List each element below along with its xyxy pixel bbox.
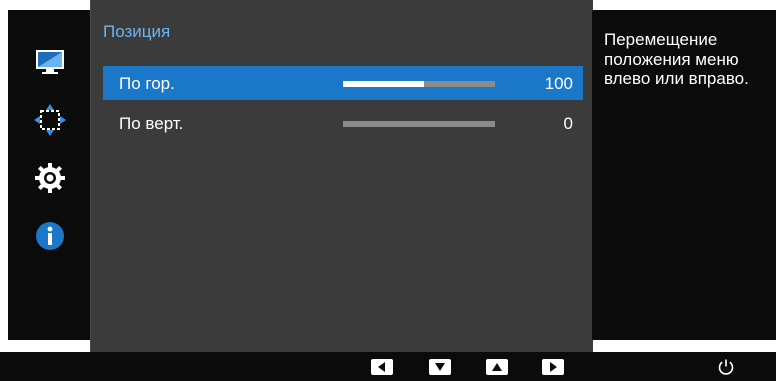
down-arrow-key[interactable] (429, 359, 451, 375)
info-icon[interactable] (32, 218, 68, 254)
position-arrows-icon[interactable] (32, 102, 68, 138)
gear-icon[interactable] (32, 160, 68, 196)
right-arrow-key[interactable] (542, 359, 564, 375)
button-bar (0, 352, 776, 381)
menu-item-horizontal[interactable]: По гор. 100 (103, 66, 583, 100)
monitor-icon[interactable] (32, 44, 68, 80)
menu-item-value: 0 (563, 114, 573, 133)
power-icon[interactable] (716, 357, 736, 377)
menu-item-label: По гор. (119, 74, 175, 93)
settings-panel: Позиция По гор. 100 По верт. 0 (90, 0, 593, 352)
page-title: Позиция (103, 22, 171, 41)
slider-fill (343, 81, 424, 87)
sidebar (8, 10, 90, 340)
horizontal-slider[interactable] (343, 81, 495, 87)
left-arrow-key[interactable] (371, 359, 393, 375)
help-panel: Перемещение положения меню влево или впр… (592, 10, 776, 340)
menu-item-label: По верт. (119, 114, 184, 133)
menu-item-value: 100 (544, 74, 573, 93)
up-arrow-key[interactable] (486, 359, 508, 375)
menu-item-vertical[interactable]: По верт. 0 (103, 106, 583, 140)
help-text: Перемещение положения меню влево или впр… (604, 30, 749, 88)
vertical-slider[interactable] (343, 121, 495, 127)
